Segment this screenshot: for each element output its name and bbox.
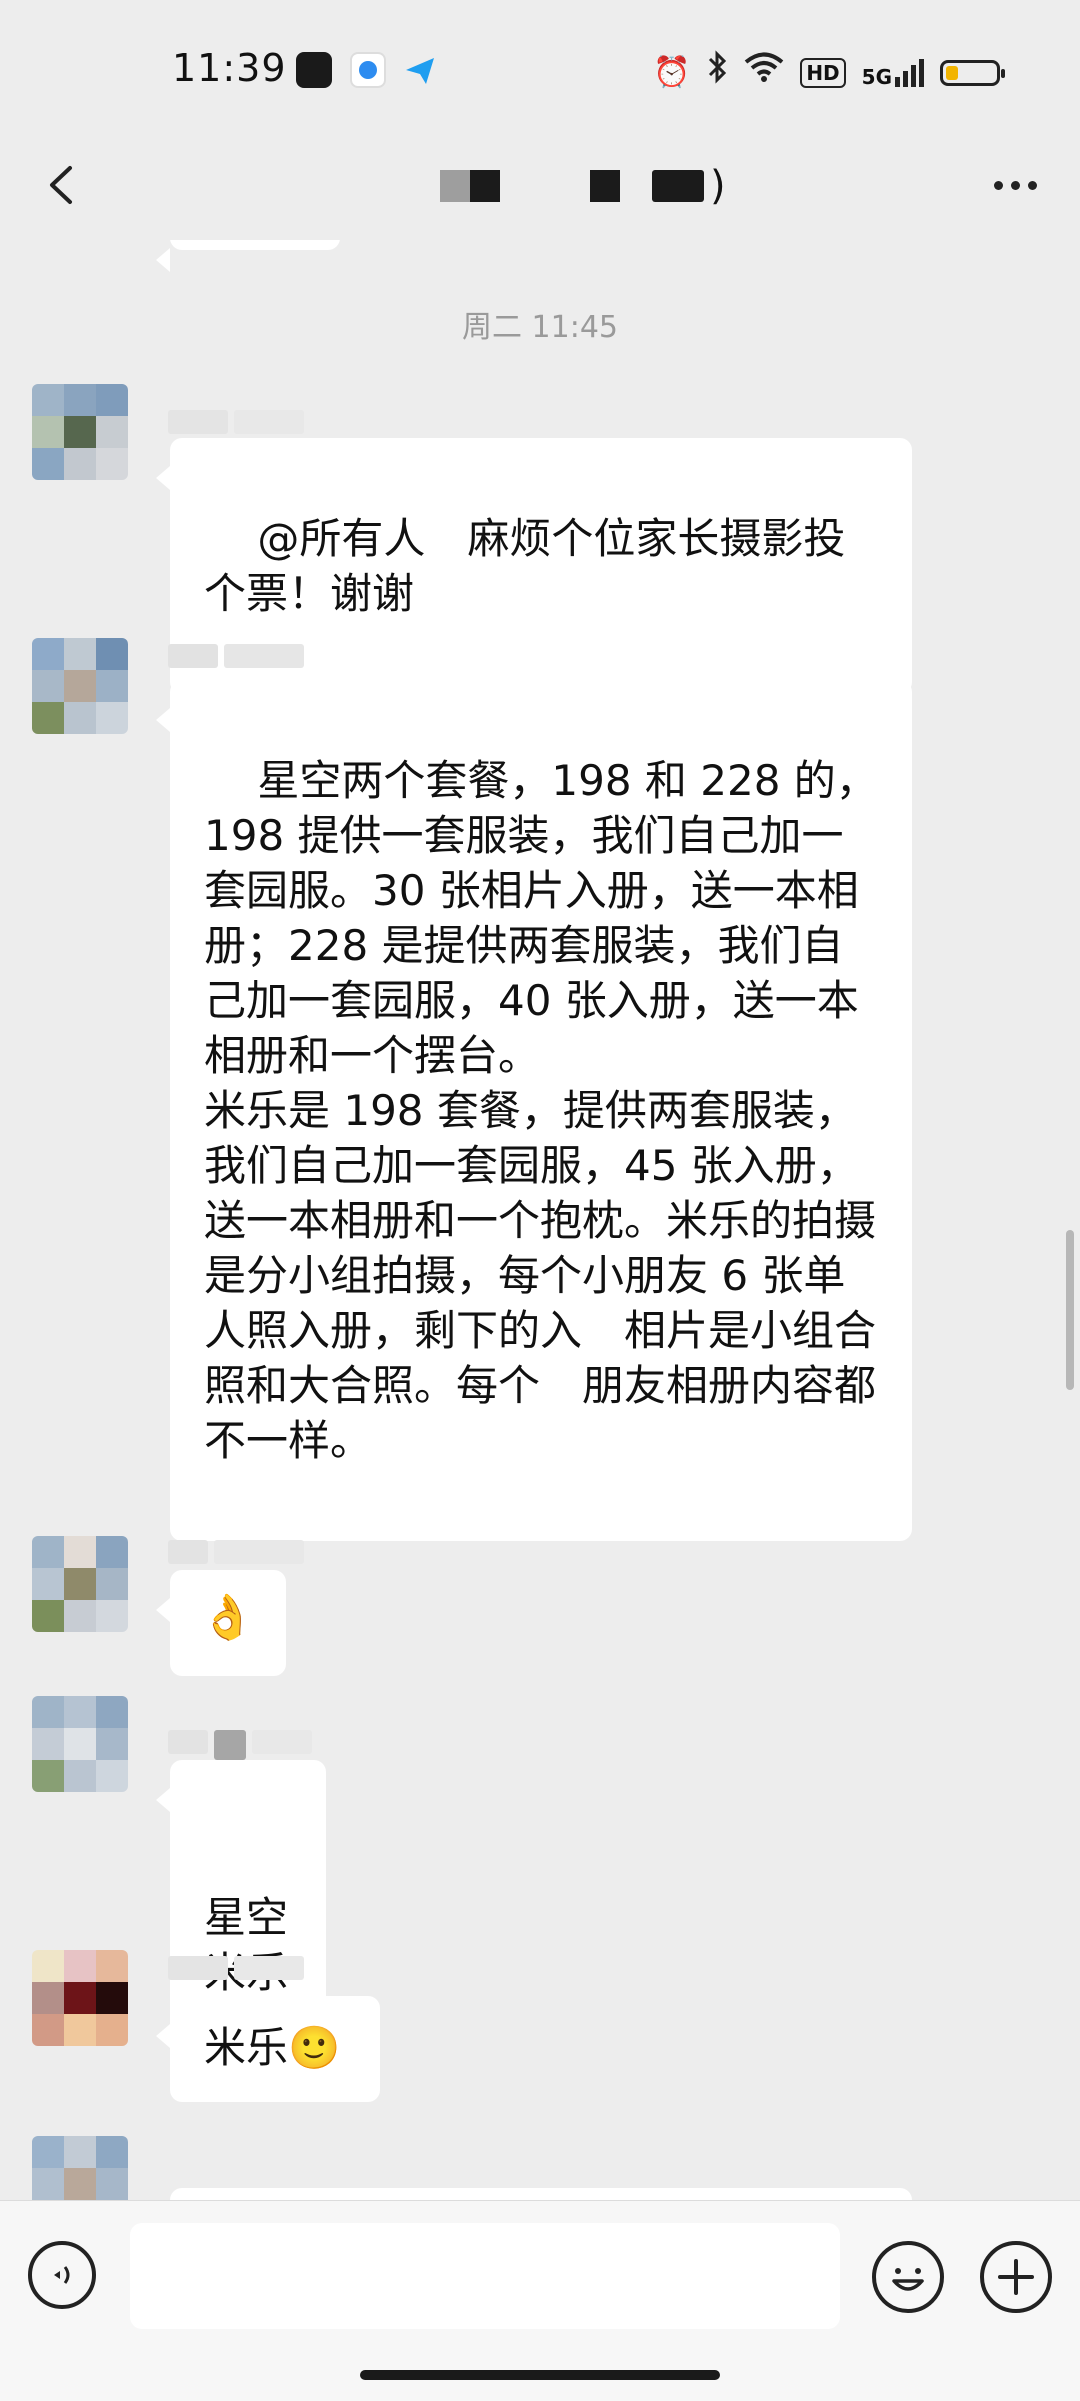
avatar[interactable] xyxy=(32,1696,128,1792)
more-dots-icon xyxy=(993,180,1003,190)
redacted-title-block xyxy=(652,170,704,202)
chevron-left-icon xyxy=(50,166,72,204)
ok-hand-emoji: 👌 xyxy=(200,1592,255,1643)
voice-icon xyxy=(54,2266,70,2284)
sender-name xyxy=(168,1730,312,1760)
hd-badge: HD xyxy=(800,57,846,88)
redacted-title-block xyxy=(500,170,590,202)
status-bar: 11:39 ⏰ HD 5G xyxy=(0,0,1080,140)
redacted-title-block xyxy=(620,170,652,202)
sender-name xyxy=(168,1540,304,1566)
chat-header: ) xyxy=(0,130,1080,240)
alarm-icon: ⏰ xyxy=(652,54,691,90)
emoji-button[interactable] xyxy=(872,2241,944,2313)
home-indicator[interactable] xyxy=(360,2370,720,2380)
avatar[interactable] xyxy=(32,384,128,480)
message-text: @所有人 麻烦个位家长摄影投个票！谢谢 xyxy=(204,514,846,618)
redacted-title-block xyxy=(590,170,620,202)
message-bubble[interactable]: 星空两个套餐，198 和 228 的，198 提供一套服装，我们自己加一套园服。… xyxy=(156,680,912,1541)
avatar[interactable] xyxy=(32,1950,128,2046)
sender-name xyxy=(168,644,304,670)
message-bubble-partial[interactable] xyxy=(156,240,340,272)
avatar[interactable] xyxy=(32,2136,128,2200)
message-bubble[interactable]: 米乐🙂 xyxy=(156,1996,380,2102)
plus-icon xyxy=(998,2259,1034,2295)
battery-level xyxy=(946,65,958,80)
app-notification-icon xyxy=(296,52,332,88)
battery-icon xyxy=(940,59,1005,86)
message-text: 米乐🙂 xyxy=(204,2023,341,2072)
message-list[interactable]: 周二 11:45 @所有人 麻烦个位家长摄影投个票！谢谢 星空两个套餐，198 … xyxy=(0,240,1080,2200)
more-actions-button[interactable] xyxy=(980,2241,1052,2313)
avatar[interactable] xyxy=(32,1536,128,1632)
scrollbar[interactable] xyxy=(1066,1230,1074,1390)
voice-input-button[interactable] xyxy=(28,2241,96,2309)
app-notification-icon xyxy=(350,52,386,88)
send-notification-icon xyxy=(402,52,438,88)
back-button[interactable] xyxy=(30,150,100,220)
message-bubble[interactable]: 👌 xyxy=(156,1570,286,1676)
status-time: 11:39 xyxy=(172,46,287,90)
more-dot xyxy=(1027,180,1037,190)
redacted-title-block xyxy=(470,170,500,202)
chat-title-suffix: ) xyxy=(710,163,726,209)
message-timestamp: 周二 11:45 xyxy=(462,310,618,345)
avatar[interactable] xyxy=(32,638,128,734)
message-bubble-partial[interactable] xyxy=(170,2188,912,2200)
message-text: 星空两个套餐，198 和 228 的，198 提供一套服装，我们自己加一套园服。… xyxy=(204,756,878,1465)
network-type: 5G xyxy=(861,64,892,89)
message-input[interactable] xyxy=(130,2223,840,2329)
more-dot xyxy=(1010,180,1020,190)
signal-icon: 5G xyxy=(861,58,924,89)
sender-name xyxy=(168,1956,304,1982)
chat-title: ) xyxy=(440,156,726,216)
bluetooth-icon xyxy=(706,50,728,95)
more-options-button[interactable] xyxy=(980,155,1050,215)
sender-name xyxy=(168,410,304,436)
smiley-icon xyxy=(892,2268,924,2291)
status-icons: ⏰ HD 5G xyxy=(652,50,1005,95)
redacted-title-block xyxy=(440,170,470,202)
wifi-icon xyxy=(744,51,784,94)
